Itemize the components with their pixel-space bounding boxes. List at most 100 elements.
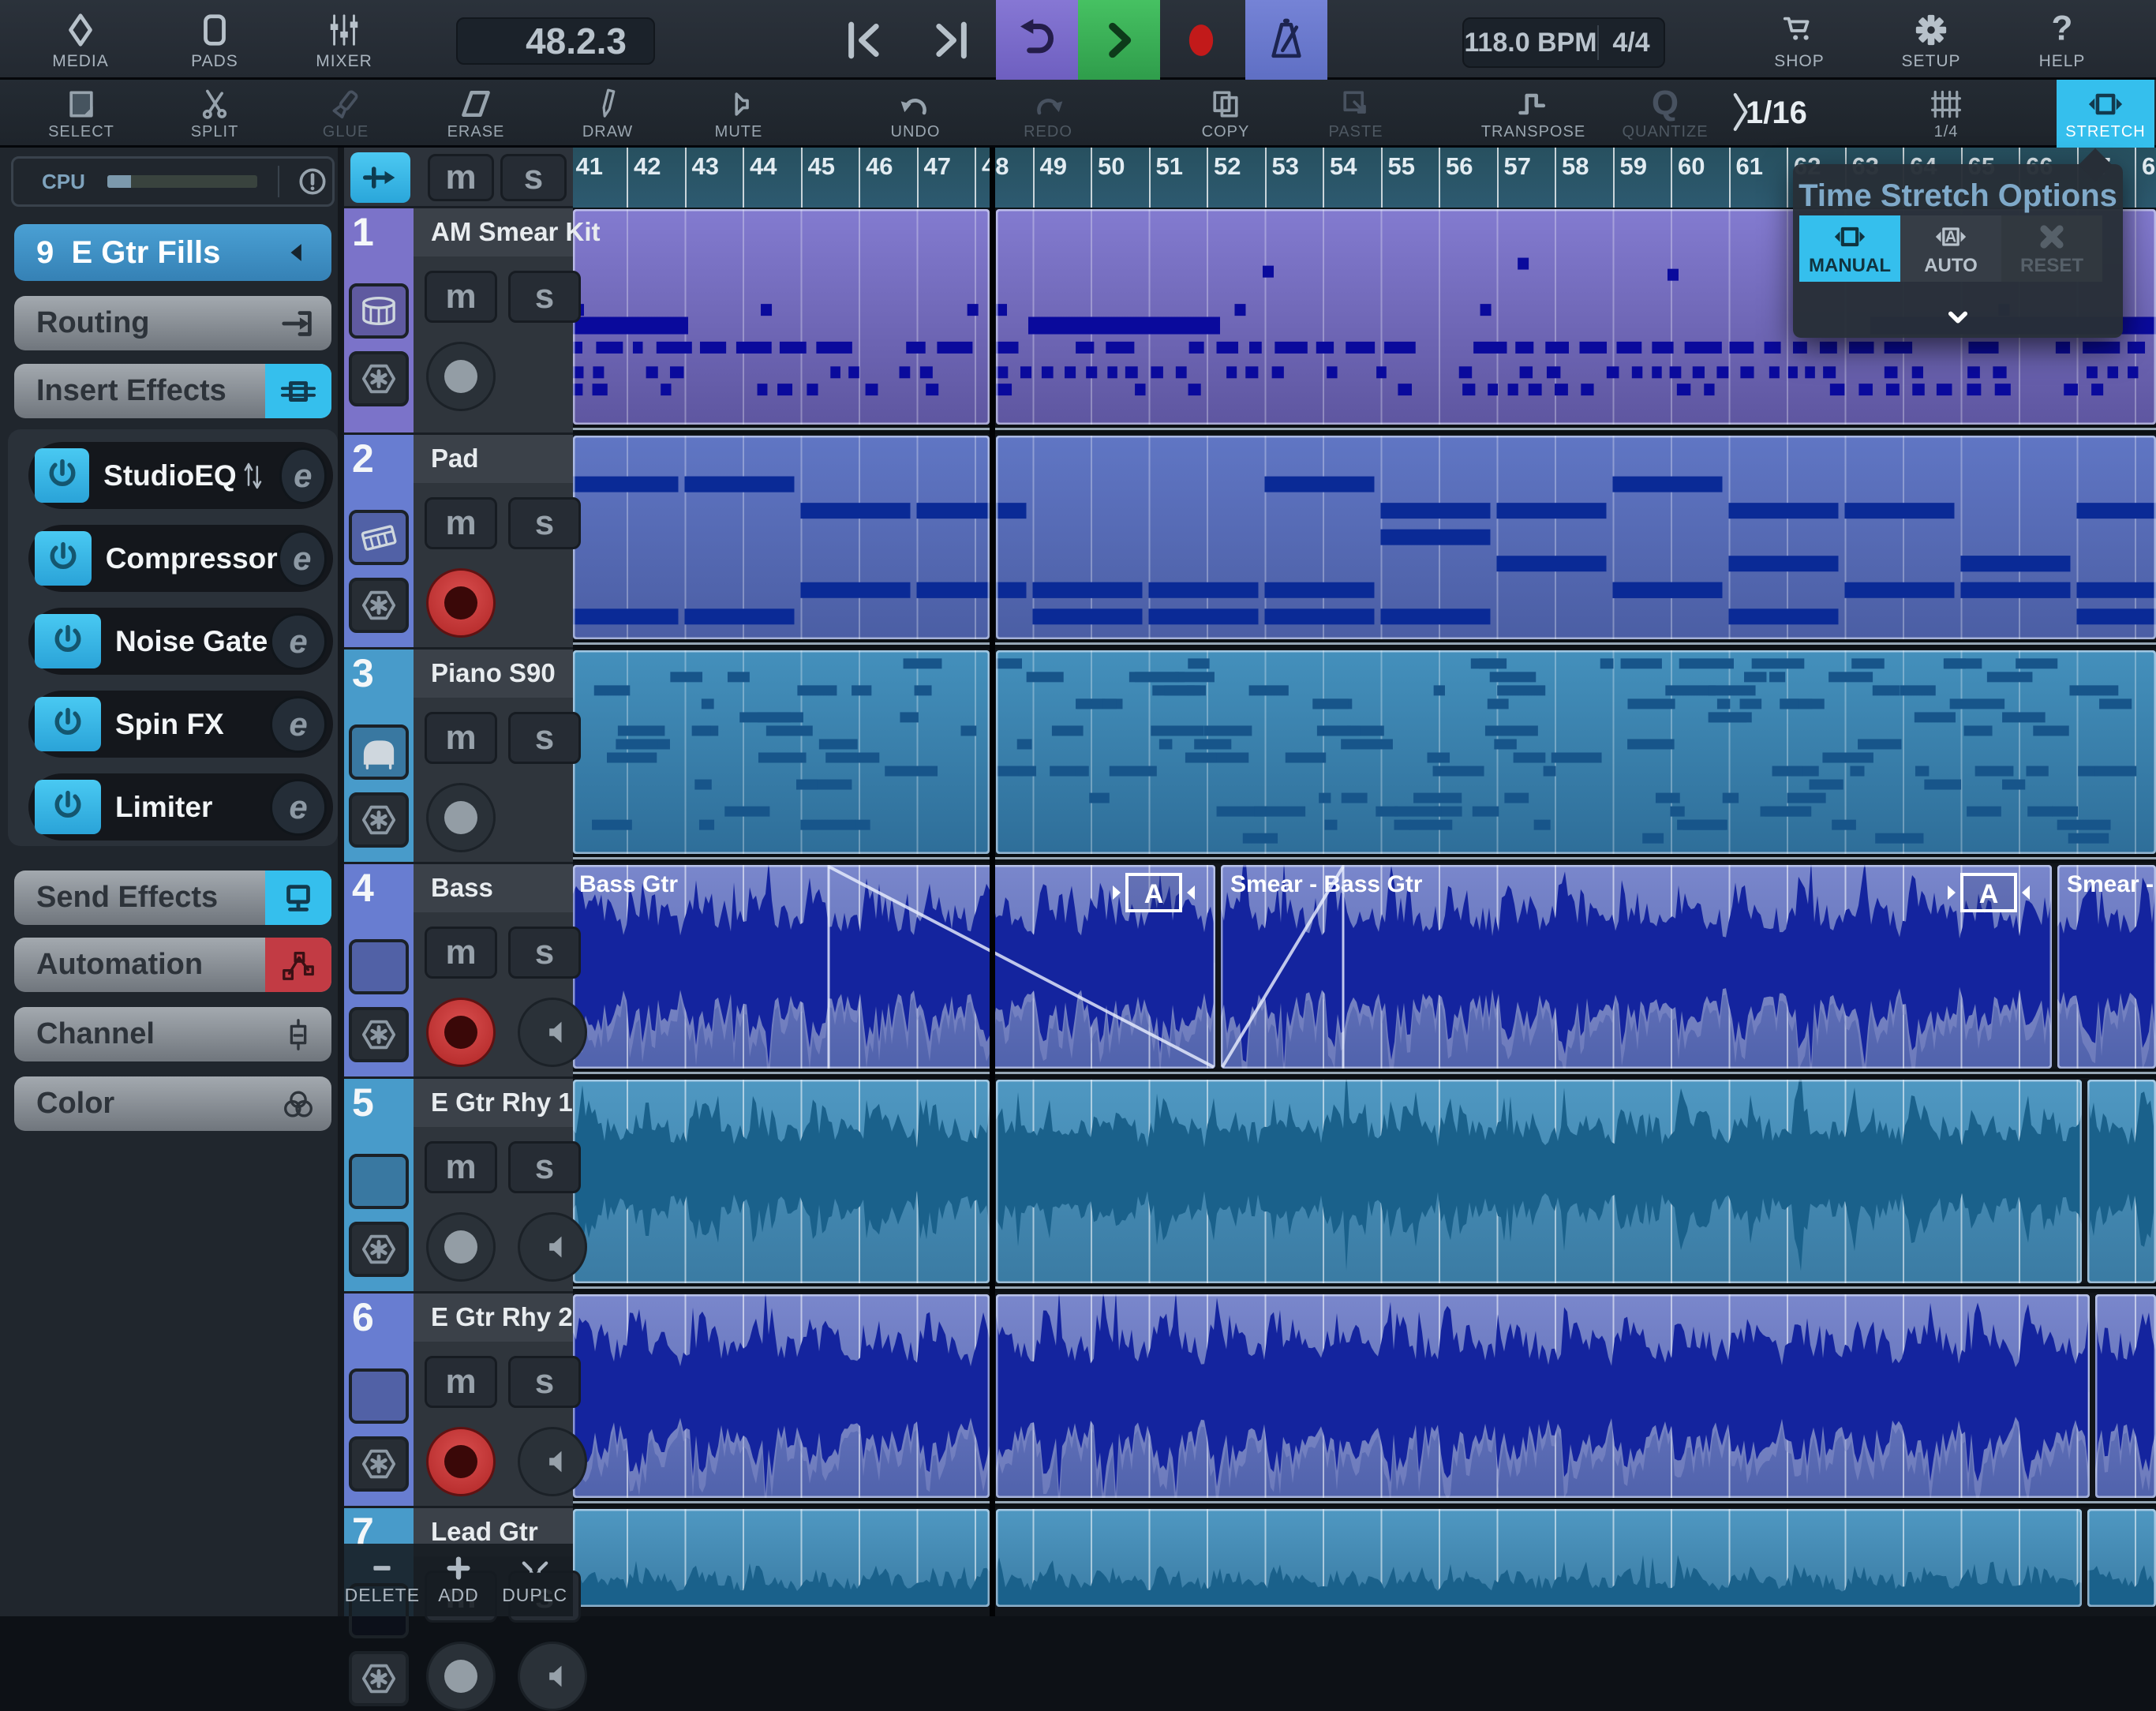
effect-slot-limiter[interactable]: Limiter e bbox=[28, 773, 333, 841]
bpm-value[interactable]: 118.0 BPM bbox=[1464, 28, 1597, 58]
track-record-arm-button[interactable] bbox=[426, 783, 496, 852]
insert-icon[interactable] bbox=[265, 364, 331, 418]
reset-stretch-button[interactable]: RESET bbox=[2001, 215, 2102, 282]
track-monitor-button[interactable] bbox=[518, 1642, 587, 1711]
paste-tool-button[interactable]: PASTE bbox=[1297, 80, 1415, 148]
track-mute-button[interactable]: m bbox=[425, 1356, 497, 1408]
pads-button[interactable]: PADS bbox=[155, 0, 274, 80]
clip-row-lead-gtr[interactable] bbox=[573, 1509, 2156, 1607]
track-mute-button[interactable]: m bbox=[425, 271, 497, 323]
delete-track-button[interactable]: DELETE bbox=[344, 1544, 421, 1616]
freeze-fx-button[interactable] bbox=[349, 1436, 409, 1492]
automation-icon[interactable] bbox=[265, 938, 331, 992]
go-to-end-button[interactable] bbox=[908, 0, 994, 80]
erase-tool-button[interactable]: ERASE bbox=[417, 80, 535, 148]
freeze-fx-button[interactable] bbox=[349, 351, 409, 406]
clip-row-bass[interactable]: Bass GtrSmear - Bass GtrSmear - BaAA bbox=[573, 865, 2156, 1069]
track-mute-button[interactable]: m bbox=[425, 1141, 497, 1193]
track-name-strip[interactable]: E Gtr Rhy 2 bbox=[414, 1293, 573, 1342]
quantize-tool-button[interactable]: QQUANTIZE bbox=[1606, 80, 1724, 148]
arrange-area[interactable]: 4142434445464748495051525354555657585960… bbox=[573, 148, 2156, 1616]
track-name-strip[interactable]: Piano S90 bbox=[414, 649, 573, 698]
go-to-start-button[interactable] bbox=[821, 0, 908, 80]
auto-stretch-button[interactable]: AAUTO bbox=[1900, 215, 2001, 282]
track-record-arm-button[interactable] bbox=[426, 998, 496, 1067]
effect-edit-button[interactable]: e bbox=[270, 613, 327, 670]
selected-track-button[interactable]: 9 E Gtr Fills bbox=[14, 224, 331, 281]
automation-button[interactable]: Automation bbox=[14, 938, 331, 992]
effect-edit-button[interactable]: e bbox=[278, 530, 327, 587]
track-mute-button[interactable]: m bbox=[425, 927, 497, 979]
mixer-button[interactable]: MIXER bbox=[285, 0, 403, 80]
play-button[interactable] bbox=[1078, 0, 1160, 80]
loop-button[interactable] bbox=[996, 0, 1078, 80]
effect-power-button[interactable] bbox=[35, 780, 101, 834]
duplicate-track-button[interactable]: DUPLC bbox=[496, 1544, 573, 1616]
track-row-6[interactable]: 6E Gtr Rhy 2ms bbox=[344, 1293, 573, 1507]
effect-power-button[interactable] bbox=[35, 531, 92, 586]
track-solo-button[interactable]: s bbox=[508, 712, 581, 764]
channel-icon[interactable] bbox=[265, 1007, 331, 1061]
channel-button[interactable]: Channel bbox=[14, 1007, 331, 1061]
effect-slot-studioeq[interactable]: StudioEQ e bbox=[28, 442, 333, 509]
freeze-fx-button[interactable] bbox=[349, 1007, 409, 1062]
track-name-strip[interactable]: Bass bbox=[414, 863, 573, 912]
popup-collapse-button[interactable] bbox=[1793, 303, 2123, 330]
collapse-inspector-icon[interactable] bbox=[281, 237, 313, 268]
manual-stretch-button[interactable]: MANUAL bbox=[1799, 215, 1900, 282]
track-name-strip[interactable]: E Gtr Rhy 1 bbox=[414, 1078, 573, 1127]
track-record-arm-button[interactable] bbox=[426, 1212, 496, 1282]
send-effects-button[interactable]: Send Effects bbox=[14, 870, 331, 925]
copy-tool-button[interactable]: COPY bbox=[1166, 80, 1285, 148]
insert-effects-button[interactable]: Insert Effects bbox=[14, 364, 331, 418]
track-solo-button[interactable]: s bbox=[508, 1356, 581, 1408]
track-row-4[interactable]: 4Bassms bbox=[344, 863, 573, 1078]
track-solo-button[interactable]: s bbox=[508, 1141, 581, 1193]
freeze-fx-button[interactable] bbox=[349, 792, 409, 848]
tempo-signature-display[interactable]: 118.0 BPM 4/4 bbox=[1462, 17, 1665, 68]
time-display[interactable]: 48.2.3 bbox=[456, 17, 655, 65]
drum-icon[interactable] bbox=[349, 283, 409, 339]
play-icon[interactable] bbox=[349, 1154, 409, 1209]
track-record-arm-button[interactable] bbox=[426, 1427, 496, 1496]
play-icon[interactable] bbox=[349, 939, 409, 994]
split-tool-button[interactable]: SPLIT bbox=[155, 80, 274, 148]
grid-resolution-button[interactable]: 1/4 bbox=[1887, 80, 2005, 148]
help-button[interactable]: ?HELP bbox=[2003, 0, 2121, 80]
effect-power-button[interactable] bbox=[35, 697, 101, 751]
clip-row-pad[interactable] bbox=[573, 436, 2156, 639]
metronome-button[interactable] bbox=[1245, 0, 1327, 80]
piano-icon[interactable] bbox=[349, 724, 409, 780]
play-icon[interactable] bbox=[349, 1368, 409, 1424]
effect-slot-noise-gate[interactable]: Noise Gate e bbox=[28, 608, 333, 675]
effect-edit-button[interactable]: e bbox=[279, 447, 327, 504]
drag-sort-icon[interactable] bbox=[237, 455, 268, 496]
time-signature-value[interactable]: 4/4 bbox=[1599, 28, 1664, 58]
track-record-arm-button[interactable] bbox=[426, 568, 496, 638]
track-record-arm-button[interactable] bbox=[426, 342, 496, 411]
freeze-fx-button[interactable] bbox=[349, 1222, 409, 1277]
draw-tool-button[interactable]: DRAW bbox=[548, 80, 667, 148]
effect-power-button[interactable] bbox=[35, 614, 101, 668]
transpose-tool-button[interactable]: TRANSPOSE bbox=[1474, 80, 1593, 148]
track-name-strip[interactable]: AM Smear Kit bbox=[414, 208, 573, 256]
routing-button[interactable]: Routing bbox=[14, 296, 331, 350]
select-tool-button[interactable]: SELECT bbox=[22, 80, 140, 148]
redo-tool-button[interactable]: REDO bbox=[989, 80, 1107, 148]
mute-tool-button[interactable]: MUTE bbox=[679, 80, 798, 148]
track-solo-button[interactable]: s bbox=[508, 927, 581, 979]
track-row-2[interactable]: 2Padms bbox=[344, 434, 573, 649]
clip-row-e-gtr-rhy-2[interactable] bbox=[573, 1294, 2156, 1498]
track-row-1[interactable]: 1AM Smear Kitms bbox=[344, 208, 573, 434]
shop-button[interactable]: SHOP bbox=[1740, 0, 1858, 80]
track-row-3[interactable]: 3Piano S90ms bbox=[344, 649, 573, 863]
send-icon[interactable] bbox=[265, 870, 331, 925]
playhead[interactable] bbox=[990, 148, 995, 1616]
freeze-fx-button[interactable] bbox=[349, 1651, 409, 1706]
auto-scroll-follow-button[interactable] bbox=[350, 152, 410, 203]
clip-row-e-gtr-rhy-1[interactable] bbox=[573, 1080, 2156, 1283]
keys-icon[interactable] bbox=[349, 510, 409, 565]
undo-tool-button[interactable]: UNDO bbox=[856, 80, 975, 148]
color-button[interactable]: Color bbox=[14, 1076, 331, 1131]
glue-tool-button[interactable]: GLUE bbox=[286, 80, 405, 148]
